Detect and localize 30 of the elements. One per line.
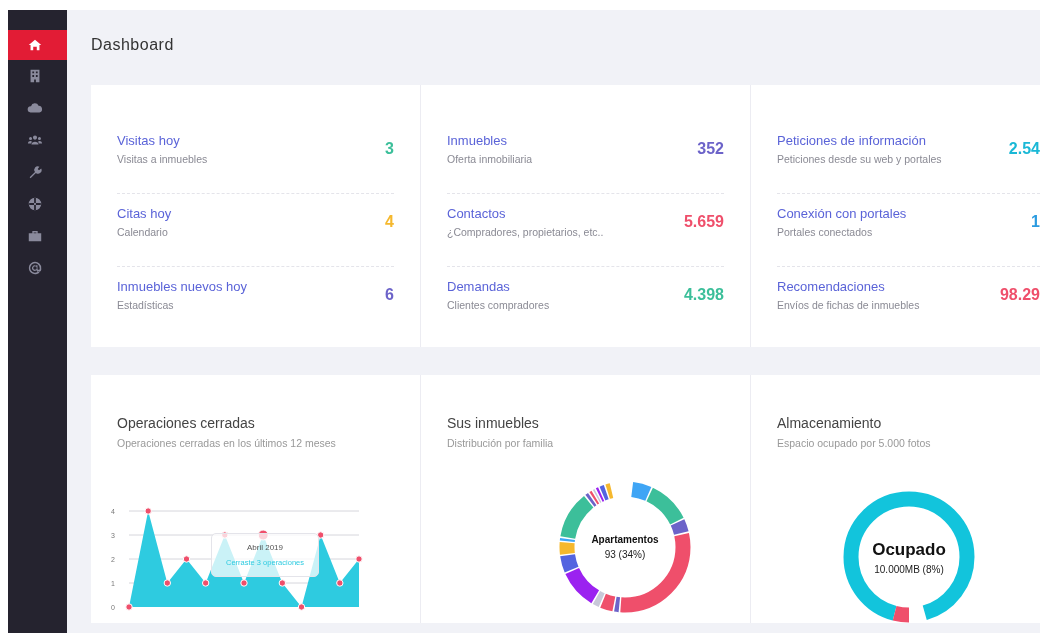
stat-value: 1 xyxy=(1031,213,1040,231)
chart-title: Almacenamiento xyxy=(777,415,883,431)
stat-subtitle: Envíos de fichas de inmuebles xyxy=(777,299,920,311)
stat-value: 4.398 xyxy=(683,286,724,304)
donut-value: 10.000MB (8%) xyxy=(874,563,944,575)
stat-subtitle: Estadísticas xyxy=(117,299,175,311)
chart-subtitle: Operaciones cerradas en los últimos 12 meses xyxy=(117,437,337,449)
donut-label: Apartamentos xyxy=(591,534,659,545)
page-title: Dashboard xyxy=(91,36,174,54)
stat-value: 5.659 xyxy=(683,213,724,231)
chart-subtitle: Espacio ocupado por 5.000 fotos xyxy=(777,437,932,449)
chart-title: Sus inmuebles xyxy=(447,415,540,431)
stat-value: 352 xyxy=(697,140,724,158)
stat-value: 2.54 xyxy=(1008,140,1040,158)
stat-subtitle: Calendario xyxy=(117,226,169,238)
stat-value: 3 xyxy=(385,140,394,158)
tooltip-title: Abril 2019 xyxy=(247,543,283,552)
chart-title: Operaciones cerradas xyxy=(117,415,256,431)
stat-value: 98.29 xyxy=(999,286,1040,304)
stat-value: 4 xyxy=(385,213,394,231)
donut-label: Ocupado xyxy=(872,539,946,560)
stat-subtitle: Peticiones desde su web y portales xyxy=(777,153,942,165)
stat-value: 6 xyxy=(385,286,394,304)
stat-subtitle: Oferta inmobiliaria xyxy=(447,153,533,165)
stat-subtitle: Visitas a inmuebles xyxy=(117,153,208,165)
stat-subtitle: ¿Compradores, propietarios, etc.. xyxy=(447,226,604,238)
stat-subtitle: Clientes compradores xyxy=(447,299,550,311)
chart-subtitle: Distribución por familia xyxy=(447,437,555,449)
stat-subtitle: Portales conectados xyxy=(777,226,874,238)
donut-value: 93 (34%) xyxy=(604,549,646,560)
